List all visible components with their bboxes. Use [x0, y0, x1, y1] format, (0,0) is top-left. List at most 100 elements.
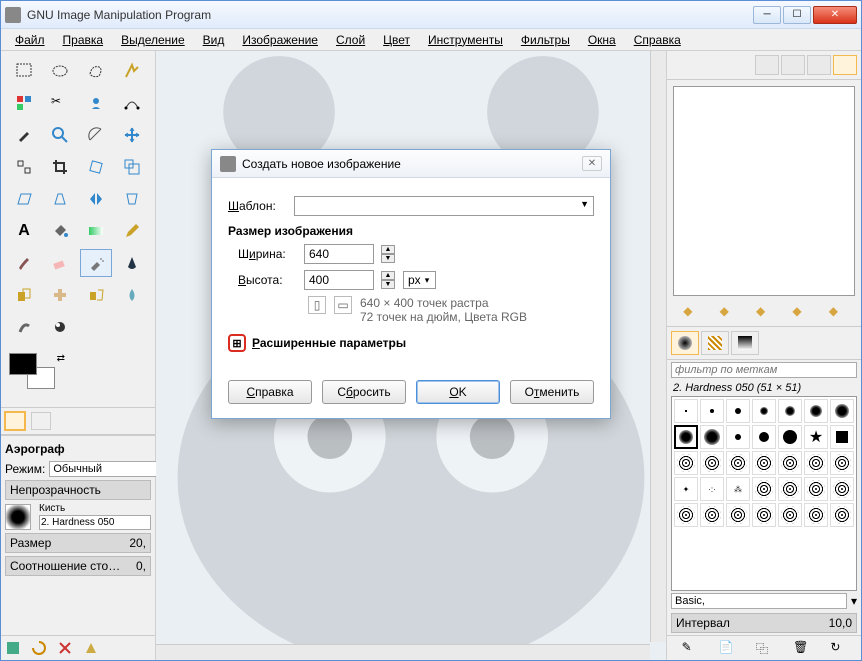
tool-fuzzy-select[interactable]: [116, 57, 148, 85]
brush-item[interactable]: [804, 399, 828, 423]
portrait-icon[interactable]: ▯: [308, 296, 326, 314]
menu-layer[interactable]: Слой: [328, 31, 373, 49]
brush-item[interactable]: [752, 425, 776, 449]
tool-rotate[interactable]: [80, 153, 112, 181]
tab-gradients[interactable]: [731, 331, 759, 355]
brush-item[interactable]: [752, 477, 776, 501]
brush-item[interactable]: ·:·: [700, 477, 724, 501]
brush-item[interactable]: [804, 503, 828, 527]
nav-zoom-100-icon[interactable]: ◆: [756, 304, 772, 320]
unit-combo[interactable]: px: [403, 271, 436, 289]
menu-view[interactable]: Вид: [195, 31, 233, 49]
tool-perspective-clone[interactable]: [80, 281, 112, 309]
nav-shrink-icon[interactable]: ◆: [829, 304, 845, 320]
vertical-scrollbar[interactable]: [650, 51, 666, 642]
brush-item[interactable]: ⁂: [726, 477, 750, 501]
tool-rect-select[interactable]: [8, 57, 40, 85]
landscape-icon[interactable]: ▭: [334, 296, 352, 314]
brush-item[interactable]: [700, 503, 724, 527]
tool-color-picker[interactable]: [8, 121, 40, 149]
brush-item[interactable]: [700, 451, 724, 475]
height-input[interactable]: [304, 270, 374, 290]
brush-item[interactable]: [726, 503, 750, 527]
brush-item[interactable]: [778, 451, 802, 475]
interval-slider[interactable]: Интервал 10,0: [671, 613, 857, 633]
brush-item[interactable]: [778, 477, 802, 501]
tool-measure[interactable]: [80, 121, 112, 149]
tool-blur[interactable]: [116, 281, 148, 309]
horizontal-scrollbar[interactable]: [156, 644, 650, 660]
brush-item[interactable]: [830, 399, 854, 423]
brush-name-field[interactable]: [39, 515, 151, 530]
tool-crop[interactable]: [44, 153, 76, 181]
tool-flip[interactable]: [80, 185, 112, 213]
navigation-preview[interactable]: [673, 86, 855, 296]
brush-preset-combo[interactable]: [671, 593, 847, 609]
brush-item[interactable]: [778, 425, 802, 449]
brush-item[interactable]: [674, 399, 698, 423]
brush-item[interactable]: [674, 451, 698, 475]
tool-clone[interactable]: [8, 281, 40, 309]
brush-item[interactable]: [726, 399, 750, 423]
tool-scale[interactable]: [116, 153, 148, 181]
brush-item[interactable]: [700, 399, 724, 423]
ok-button[interactable]: OK: [416, 380, 500, 404]
tool-blend[interactable]: [80, 217, 112, 245]
nav-zoom-in-icon[interactable]: ◆: [792, 304, 808, 320]
tool-foreground[interactable]: [80, 89, 112, 117]
tab-channels[interactable]: [781, 55, 805, 75]
fg-color[interactable]: [9, 353, 37, 375]
tool-ink[interactable]: [116, 249, 148, 277]
dialog-titlebar[interactable]: Создать новое изображение ✕: [212, 150, 610, 178]
width-spinner[interactable]: ▲▼: [381, 245, 395, 263]
brush-item[interactable]: [674, 503, 698, 527]
tool-cage[interactable]: [116, 185, 148, 213]
nav-zoom-fit-icon[interactable]: ◆: [720, 304, 736, 320]
brush-item[interactable]: [830, 451, 854, 475]
menu-tools[interactable]: Инструменты: [420, 31, 511, 49]
height-spinner[interactable]: ▲▼: [381, 271, 395, 289]
tool-align[interactable]: [8, 153, 40, 181]
brush-item[interactable]: [778, 399, 802, 423]
tab-layers[interactable]: [755, 55, 779, 75]
tool-shear[interactable]: [8, 185, 40, 213]
delete-brush-icon[interactable]: 🗑: [793, 640, 809, 656]
reset-button[interactable]: Сбросить: [322, 380, 406, 404]
menu-help[interactable]: Справка: [626, 31, 689, 49]
refresh-brush-icon[interactable]: ↻: [830, 640, 846, 656]
menu-edit[interactable]: Правка: [55, 31, 112, 49]
tool-paths[interactable]: [116, 89, 148, 117]
brush-item[interactable]: [778, 503, 802, 527]
brush-item[interactable]: [830, 477, 854, 501]
color-swatches[interactable]: ⇄: [9, 353, 59, 401]
reset-preset-icon[interactable]: [83, 640, 99, 656]
tool-scissors[interactable]: ✂: [44, 89, 76, 117]
brush-item[interactable]: [700, 425, 724, 449]
brush-item[interactable]: [804, 477, 828, 501]
menu-image[interactable]: Изображение: [234, 31, 326, 49]
swap-colors-icon[interactable]: ⇄: [57, 353, 65, 364]
preset-dropdown-icon[interactable]: ▾: [851, 594, 857, 608]
close-button[interactable]: ✕: [813, 6, 857, 24]
advanced-label[interactable]: Расширенные параметры: [252, 336, 406, 350]
tool-text[interactable]: A: [8, 217, 40, 245]
menu-colors[interactable]: Цвет: [375, 31, 418, 49]
tool-smudge[interactable]: [8, 313, 40, 341]
minimize-button[interactable]: ─: [753, 6, 781, 24]
tool-airbrush[interactable]: [80, 249, 112, 277]
size-slider[interactable]: Размер 20,: [5, 533, 151, 553]
save-preset-icon[interactable]: [5, 640, 21, 656]
brush-item-selected[interactable]: [674, 425, 698, 449]
brush-item[interactable]: [726, 425, 750, 449]
brush-item[interactable]: [752, 399, 776, 423]
tab-tool-options[interactable]: [5, 412, 25, 430]
tool-heal[interactable]: [44, 281, 76, 309]
maximize-button[interactable]: ☐: [783, 6, 811, 24]
tool-pencil[interactable]: [116, 217, 148, 245]
tool-bucket[interactable]: [44, 217, 76, 245]
tab-patterns[interactable]: [701, 331, 729, 355]
tool-ellipse-select[interactable]: [44, 57, 76, 85]
advanced-expander[interactable]: ⊞: [228, 334, 246, 352]
tool-move[interactable]: [116, 121, 148, 149]
menu-windows[interactable]: Окна: [580, 31, 624, 49]
